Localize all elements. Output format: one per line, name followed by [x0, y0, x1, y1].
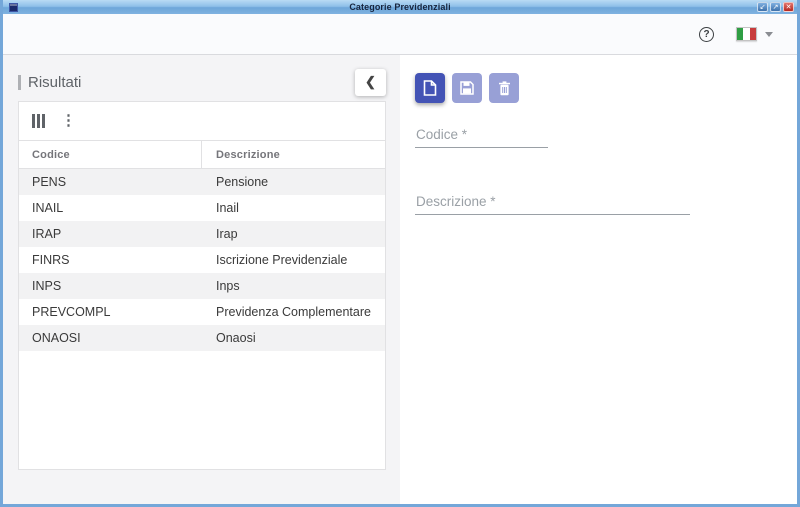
table-row[interactable]: INAIL Inail: [19, 195, 385, 221]
table-cell-codice: IRAP: [32, 227, 62, 241]
table-cell-codice: FINRS: [32, 253, 70, 267]
table-cell-descrizione: Irap: [216, 227, 238, 241]
new-record-button[interactable]: [415, 73, 445, 103]
window-title: Categorie Previdenziali: [349, 2, 451, 12]
descrizione-input[interactable]: [415, 194, 690, 215]
results-panel: Risultati ❮ ⋮ Codice Descrizione PENS Pe…: [3, 55, 400, 504]
help-icon[interactable]: ?: [699, 26, 714, 42]
table-row[interactable]: PREVCOMPL Previdenza Complementare: [19, 299, 385, 325]
app-window: Categorie Previdenziali ↙ ↗ ✕ ? Risultat…: [0, 0, 800, 507]
column-header-descrizione[interactable]: Descrizione: [202, 149, 385, 161]
delete-button[interactable]: [489, 73, 519, 103]
table-row[interactable]: INPS Inps: [19, 273, 385, 299]
table-cell-codice: PREVCOMPL: [32, 305, 111, 319]
table-row[interactable]: FINRS Iscrizione Previdenziale: [19, 247, 385, 273]
italian-flag-icon: [736, 27, 757, 41]
new-document-icon: [423, 80, 437, 96]
descrizione-field: [415, 193, 690, 215]
flag-stripe-red: [749, 28, 756, 40]
results-table: ⋮ Codice Descrizione PENS Pensione INAIL…: [18, 101, 386, 470]
codice-field: [415, 126, 548, 148]
table-cell-codice: ONAOSI: [32, 331, 81, 345]
codice-input[interactable]: [415, 127, 548, 148]
maximize-icon[interactable]: ↗: [770, 2, 781, 12]
app-toolbar: ?: [3, 14, 797, 55]
collapse-panel-button[interactable]: ❮: [355, 68, 386, 96]
trash-icon: [498, 80, 510, 95]
results-title: Risultati: [28, 73, 82, 91]
table-body: PENS Pensione INAIL Inail IRAP Irap FINR…: [19, 169, 385, 469]
table-row[interactable]: IRAP Irap: [19, 221, 385, 247]
table-row[interactable]: PENS Pensione: [19, 169, 385, 195]
save-button[interactable]: [452, 73, 482, 103]
table-cell-codice: INAIL: [32, 201, 64, 215]
table-cell-codice: PENS: [32, 175, 67, 189]
table-cell-descrizione: Previdenza Complementare: [216, 305, 371, 319]
restore-icon[interactable]: ↙: [757, 2, 768, 12]
table-row[interactable]: ONAOSI Onaosi: [19, 325, 385, 351]
table-cell-descrizione: Inail: [216, 201, 239, 215]
table-cell-descrizione: Pensione: [216, 175, 269, 189]
table-cell-descrizione: Inps: [216, 279, 240, 293]
column-header-codice[interactable]: Codice: [19, 141, 202, 168]
columns-icon[interactable]: [32, 114, 45, 128]
language-selector[interactable]: [736, 27, 773, 41]
action-bar: [415, 73, 797, 103]
section-marker: [18, 74, 21, 90]
table-cell-descrizione: Iscrizione Previdenziale: [216, 253, 348, 267]
chevron-down-icon: [765, 31, 773, 37]
detail-panel: [400, 55, 797, 504]
table-cell-codice: INPS: [32, 279, 62, 293]
kebab-menu-icon[interactable]: ⋮: [61, 113, 76, 128]
save-icon: [460, 81, 474, 95]
table-header: Codice Descrizione: [19, 140, 385, 169]
titlebar: Categorie Previdenziali ↙ ↗ ✕: [3, 0, 797, 14]
close-icon[interactable]: ✕: [783, 2, 794, 12]
table-cell-descrizione: Onaosi: [216, 331, 256, 345]
